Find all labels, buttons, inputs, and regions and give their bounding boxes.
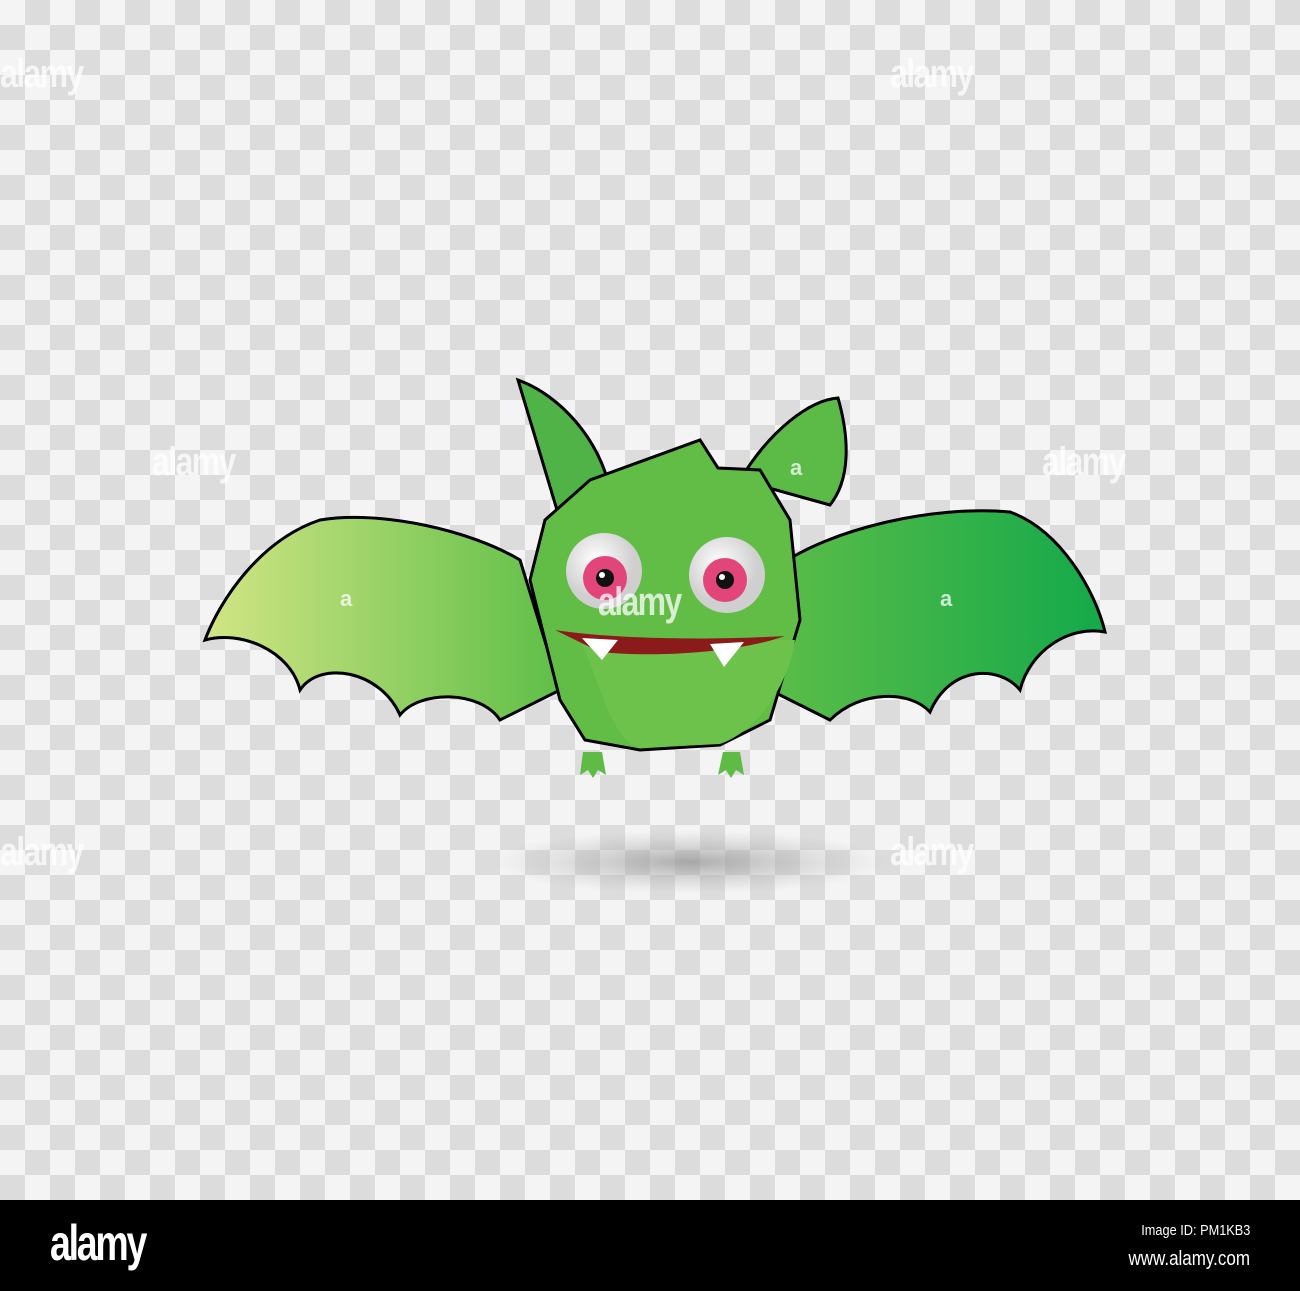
site-url: www.alamy.com [1128, 1248, 1250, 1270]
right-wing [768, 509, 1108, 722]
alamy-logo: alamy [50, 1215, 147, 1271]
left-foot [580, 752, 606, 778]
footer-bar: alamy Image ID: PM1KB3 www.alamy.com [0, 1200, 1300, 1291]
image-id: Image ID: PM1KB3 [1140, 1222, 1250, 1239]
transparent-checkerboard-background: alamy alamy alamy alamy alamy alamy alam… [0, 0, 1300, 1200]
right-foot [718, 752, 744, 778]
watermark-letter: a [940, 586, 953, 611]
shadow [490, 830, 890, 894]
right-eye [689, 537, 765, 613]
watermark-letter: a [790, 455, 803, 480]
left-wing [202, 515, 562, 722]
watermark-letter: a [340, 586, 353, 611]
watermark: alamy [598, 580, 682, 624]
